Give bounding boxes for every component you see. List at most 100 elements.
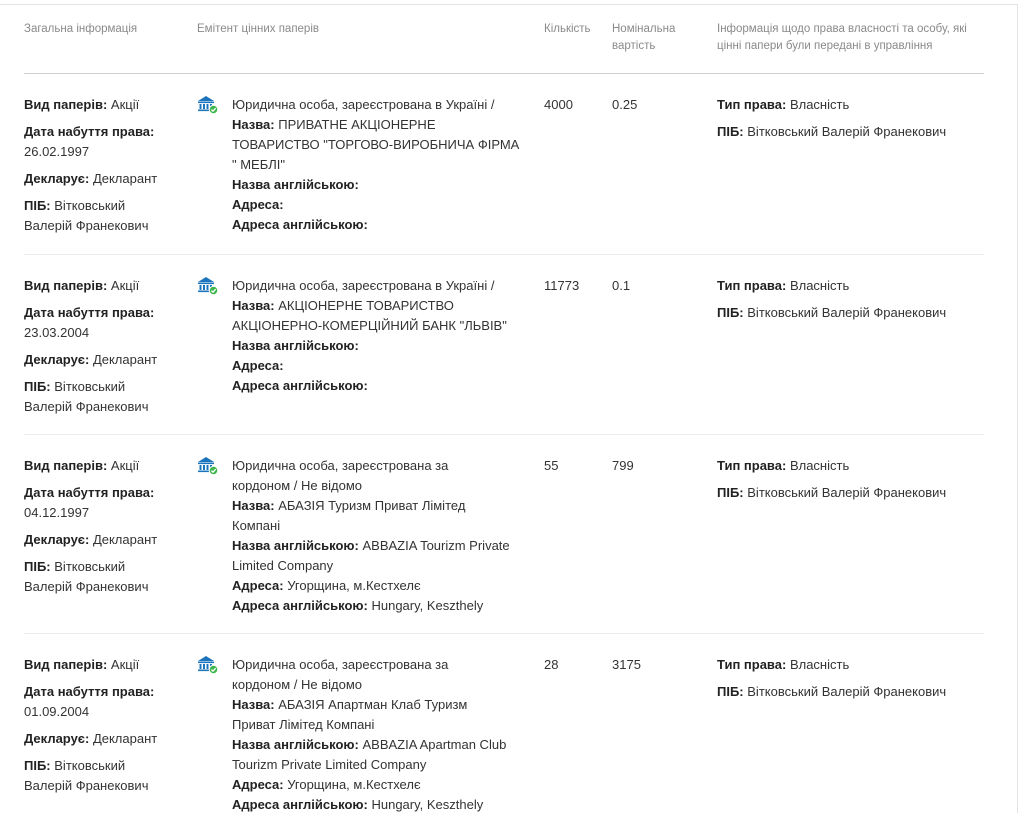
right-type: Тип права: Власність [717,95,987,115]
person-name-line2: Валерій Франекович [24,778,149,793]
issuer-address-en: Адреса англійською: [232,376,524,396]
declarant: Декларує: Декларант [24,350,174,370]
quantity: 55 [544,458,559,473]
header-divider [24,73,984,74]
right-type-value: Власність [789,458,850,473]
issuer-address-label: Адреса: [232,777,284,792]
issuer-name-en: Назва англійською: [232,175,524,195]
issuer-name-line: " МЕБЛІ" [232,157,286,172]
acquired-date: Дата набуття права: 26.02.1997 [24,122,174,162]
owner-name: ПІБ: Вітковський Валерій Франекович [717,682,987,702]
issuer-name-en-value: Limited Company [232,558,334,573]
issuer-address-en-value: Hungary, Keszthely [371,797,484,812]
owner-name: ПІБ: Вітковський Валерій Франекович [717,483,987,503]
owner-name-label: ПІБ: [717,305,744,320]
issuer-address-value: Угорщина, м.Кестхелє [287,578,421,593]
header-nominal-line2: вартість [612,40,656,52]
issuer-name-en-value: ABBAZIA Tourizm Private [362,538,510,553]
issuer-name-line: АКЦІОНЕРНО-КОМЕРЦІЙНИЙ БАНК "ЛЬВІВ" [232,318,507,333]
issuer-address-en-label: Адреса англійською: [232,797,368,812]
row-divider [24,254,984,255]
paper-type-value: Акції [110,278,140,293]
acquired-date-label: Дата набуття права: [24,305,155,320]
issuer-type: Юридична особа, зареєстрована за [232,458,449,473]
issuer-address: Адреса: [232,195,524,215]
acquired-date-value: 04.12.1997 [24,505,90,520]
issuer-name-line: АБАЗІЯ Апартман Клаб Туризм [278,697,468,712]
owner-name: ПІБ: Вітковський Валерій Франекович [717,122,987,142]
issuer-address-en: Адреса англійською: Hungary, Keszthely [232,795,524,813]
declarant-label: Декларує: [24,352,90,367]
paper-type-label: Вид паперів: [24,97,108,112]
issuer-address-en-label: Адреса англійською: [232,378,368,393]
right-type: Тип права: Власність [717,276,987,296]
issuer-info: Юридична особа, зареєстрована в Україні … [232,276,524,396]
bank-verified-icon [198,277,219,296]
issuer-name-line: Компані [232,518,281,533]
issuer-name-line: ПРИВАТНЕ АКЦІОНЕРНЕ [278,117,436,132]
general-info: Вид паперів: Акції Дата набуття права: 26… [24,95,174,236]
person-name-line1: Вітковський [54,198,126,213]
issuer-info: Юридична особа, зареєстрована в Україні … [232,95,524,235]
right-type-label: Тип права: [717,657,787,672]
issuer-address-en-value: Hungary, Keszthely [371,598,484,613]
paper-type-label: Вид паперів: [24,458,108,473]
issuer-type: Юридична особа, зареєстрована в Україні … [232,278,495,293]
issuer-address-en: Адреса англійською: Hungary, Keszthely [232,596,524,616]
person-name-line2: Валерій Франекович [24,399,149,414]
issuer-name-label: Назва: [232,697,275,712]
person-name: ПІБ: Вітковський Валерій Франекович [24,377,174,417]
issuer-name: Назва: АБАЗІЯ Туризм Приват Лімітед Компа… [232,496,524,536]
declarant-value: Декларант [92,352,158,367]
owner-name-value: Вітковський Валерій Франекович [747,305,947,320]
ownership-info: Тип права: Власність ПІБ: Вітковський Ва… [717,276,987,323]
declarant-label: Декларує: [24,731,90,746]
right-type-label: Тип права: [717,458,787,473]
declarant: Декларує: Декларант [24,169,174,189]
issuer-name-label: Назва: [232,498,275,513]
issuer-address-label: Адреса: [232,197,284,212]
acquired-date: Дата набуття права: 01.09.2004 [24,682,174,722]
acquired-date-value: 01.09.2004 [24,704,90,719]
person-name: ПІБ: Вітковський Валерій Франекович [24,756,174,796]
owner-name-value: Вітковський Валерій Франекович [747,124,947,139]
header-ownership-line2: цінні папери були передані в управління [717,40,933,52]
acquired-date-value: 26.02.1997 [24,144,90,159]
quantity: 11773 [544,278,580,293]
issuer-name-en-value: Tourizm Private Limited Company [232,757,427,772]
nominal-value: 799 [612,458,634,473]
right-type-value: Власність [789,657,850,672]
person-name-line1: Вітковський [54,758,126,773]
issuer-name-label: Назва: [232,298,275,313]
paper-type-value: Акції [110,458,140,473]
issuer-address-en-label: Адреса англійською: [232,217,368,232]
paper-type-label: Вид паперів: [24,657,108,672]
acquired-date: Дата набуття права: 23.03.2004 [24,303,174,343]
person-name-line1: Вітковський [54,379,126,394]
header-nominal: Номінальна вартість [612,21,675,55]
ownership-info: Тип права: Власність ПІБ: Вітковський Ва… [717,95,987,142]
issuer-type: Юридична особа, зареєстрована за [232,657,449,672]
declarant: Декларує: Декларант [24,729,174,749]
header-issuer: Емітент цінних паперів [197,23,319,35]
nominal-value: 3175 [612,657,641,672]
owner-name-label: ПІБ: [717,684,744,699]
issuer-name-line: Приват Лімітед Компані [232,717,375,732]
table-row: Вид паперів: Акції Дата набуття права: 26… [0,95,1017,255]
bank-verified-icon [198,96,219,115]
person-name-label: ПІБ: [24,379,51,394]
issuer-address-en-label: Адреса англійською: [232,598,368,613]
issuer-name-en-label: Назва англійською: [232,177,359,192]
acquired-date-label: Дата набуття права: [24,684,155,699]
person-name-label: ПІБ: [24,198,51,213]
general-info: Вид паперів: Акції Дата набуття права: 01… [24,655,174,796]
right-type: Тип права: Власність [717,456,987,476]
issuer-type: Юридична особа, зареєстрована в Україні … [232,97,495,112]
issuer-address-value: Угорщина, м.Кестхелє [287,777,421,792]
row-divider [24,434,984,435]
declarant-label: Декларує: [24,532,90,547]
header-nominal-line1: Номінальна [612,23,676,35]
nominal-value: 0.25 [612,97,638,112]
acquired-date-value: 23.03.2004 [24,325,90,340]
table-header: Загальна інформація Емітент цінних папер… [0,0,1017,74]
